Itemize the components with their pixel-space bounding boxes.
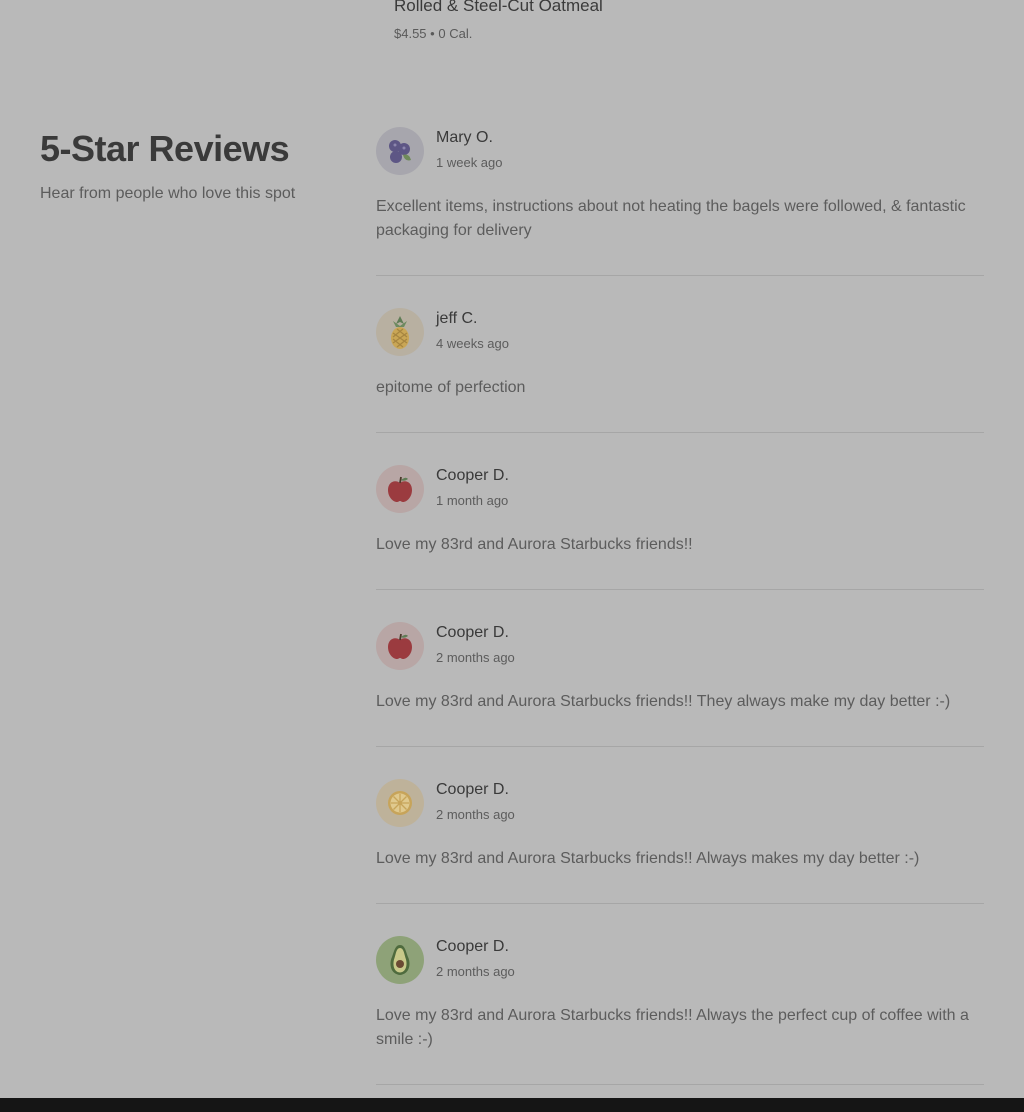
review-text: Love my 83rd and Aurora Starbucks friend… [376,693,951,710]
reviewer-avatar [376,465,424,513]
review-text: Excellent items, instructions about not … [376,198,966,239]
reviewer-name: Mary O. [436,129,493,146]
reviewer-avatar [376,308,424,356]
review-date: 2 months ago [436,650,515,665]
bottom-bar [0,1098,1024,1112]
lemon-icon [388,791,412,815]
menu-item-price: $4.55 [394,26,427,41]
review-date: 1 week ago [436,155,503,170]
blueberries-icon [389,140,411,163]
reviewer-name: Cooper D. [436,781,509,798]
reviewer-name: jeff C. [436,310,478,327]
section-title: 5-Star Reviews [40,128,290,169]
reviewer-name: Cooper D. [436,938,509,955]
menu-item[interactable]: Rolled & Steel-Cut Oatmeal $4.55 • 0 Cal… [394,0,603,41]
reviewer-avatar [376,936,424,984]
review-divider [376,903,984,904]
review-divider [376,746,984,747]
menu-item-name[interactable]: Rolled & Steel-Cut Oatmeal [394,0,603,14]
review-text: Love my 83rd and Aurora Starbucks friend… [376,1007,969,1048]
review-divider [376,1084,984,1085]
reviewer-avatar [376,622,424,670]
review-text: Love my 83rd and Aurora Starbucks friend… [376,536,693,553]
menu-item-meta: $4.55 • 0 Cal. [394,26,603,41]
reviewer-avatar [376,127,424,175]
menu-item-calories: 0 Cal. [438,26,473,41]
review-date: 4 weeks ago [436,336,509,351]
meta-separator: • [430,26,435,41]
reviewer-name: Cooper D. [436,467,509,484]
apple-icon [388,633,412,659]
pineapple-icon [391,316,409,349]
apple-icon [388,476,412,502]
review-date: 2 months ago [436,964,515,979]
review-divider [376,275,984,276]
section-subtitle: Hear from people who love this spot [40,185,296,202]
reviewer-avatar [376,779,424,827]
avocado-icon [390,945,410,975]
review-date: 2 months ago [436,807,515,822]
review-divider [376,432,984,433]
review-text: epitome of perfection [376,379,526,396]
reviewer-name: Cooper D. [436,624,509,641]
review-divider [376,589,984,590]
review-text: Love my 83rd and Aurora Starbucks friend… [376,850,920,867]
review-date: 1 month ago [436,493,509,508]
